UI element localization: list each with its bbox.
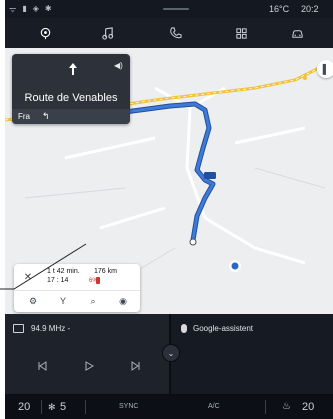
fan-icon: ✻: [48, 402, 56, 412]
pin-icon[interactable]: ◉: [116, 294, 130, 308]
trip-eta: 17 : 14: [47, 277, 69, 284]
outside-temperature: 16°C: [269, 4, 290, 14]
phone-icon: [169, 26, 182, 38]
driver-temperature[interactable]: 20: [18, 401, 30, 413]
divider: [265, 400, 266, 414]
play-icon: [85, 361, 94, 371]
voice-guidance-icon[interactable]: ◀): [114, 61, 123, 70]
next-road-label: Fra: [18, 112, 30, 121]
microphone-icon: ▌: [322, 64, 330, 74]
bluetooth-icon: ✱: [44, 4, 52, 13]
navigation-icon: [40, 27, 50, 39]
tab-music[interactable]: [77, 18, 137, 48]
previous-button[interactable]: [34, 358, 50, 374]
divider: [14, 290, 140, 291]
assistant-widget[interactable]: Google-assistent: [171, 314, 333, 394]
divider: [41, 400, 42, 414]
gps-icon: ◈: [32, 4, 39, 13]
seat-heating-icon[interactable]: ♨: [282, 401, 291, 412]
chevron-down-icon: ⌄: [167, 348, 175, 358]
tab-apps[interactable]: [211, 18, 271, 48]
radio-icon: [13, 324, 24, 333]
play-button[interactable]: [81, 358, 97, 374]
system-icons: ᯤ ▮ ◈ ✱: [9, 4, 52, 15]
radio-station: 94.9 MHz -: [31, 324, 71, 333]
clock: 20:2: [301, 4, 319, 14]
trip-summary-card[interactable]: ✕ 1 t 42 min. 176 km 17 : 14 6% ⚙ Y ⌕ ◉: [14, 264, 140, 312]
close-route-button[interactable]: ✕: [21, 271, 35, 285]
tab-vehicle[interactable]: [267, 18, 327, 48]
fan-level[interactable]: 5: [60, 401, 66, 413]
apps-grid-icon: [235, 27, 247, 39]
climate-bar: 20 ✻ 5 SYNC A/C ♨ 20: [5, 396, 333, 419]
battery-icon: [96, 277, 100, 284]
next-maneuver-bar: Fra ↰: [12, 109, 130, 124]
straight-arrow-icon: [69, 63, 77, 75]
route-options-icon[interactable]: Y: [56, 294, 70, 308]
sync-button[interactable]: SYNC: [119, 403, 138, 410]
search-icon[interactable]: ⌕: [86, 294, 100, 308]
passenger-temperature[interactable]: 20: [302, 401, 314, 413]
assistant-label: Google-assistent: [193, 324, 254, 333]
voice-search-button[interactable]: ▌: [317, 60, 333, 78]
street-name: Route de Venables: [24, 92, 118, 104]
turn-left-arrow-icon: ↰: [42, 111, 50, 121]
next-icon: [131, 361, 140, 371]
wifi-icon: ᯤ: [9, 5, 17, 14]
tab-phone[interactable]: [145, 18, 205, 48]
infotainment-screen: ᯤ ▮ ◈ ✱ 16°C 20:2 ◀) Route de Venables F…: [5, 0, 333, 419]
trip-duration: 1 t 42 min.: [47, 268, 80, 275]
ac-button[interactable]: A/C: [208, 403, 220, 410]
trip-distance: 176 km: [94, 268, 117, 275]
car-icon: [291, 29, 303, 38]
expand-widgets-button[interactable]: ⌄: [162, 344, 180, 362]
signal-icon: ▮: [22, 4, 27, 13]
previous-icon: [38, 361, 47, 371]
divider: [85, 400, 86, 414]
top-navigation: [5, 18, 333, 48]
settings-icon[interactable]: ⚙: [26, 294, 40, 308]
next-button[interactable]: [128, 358, 144, 374]
guidance-card[interactable]: ◀) Route de Venables Fra ↰: [12, 54, 130, 124]
status-bar: ᯤ ▮ ◈ ✱ 16°C 20:2: [5, 0, 333, 18]
music-icon: [101, 26, 113, 40]
pull-down-handle[interactable]: [163, 8, 189, 10]
media-widget[interactable]: 94.9 MHz -: [5, 314, 169, 394]
navigation-map[interactable]: ◀) Route de Venables Fra ↰ ▌ ✕ 1 t 42 mi…: [5, 48, 333, 314]
tab-navigation[interactable]: [15, 18, 75, 48]
microphone-icon: [181, 324, 187, 333]
